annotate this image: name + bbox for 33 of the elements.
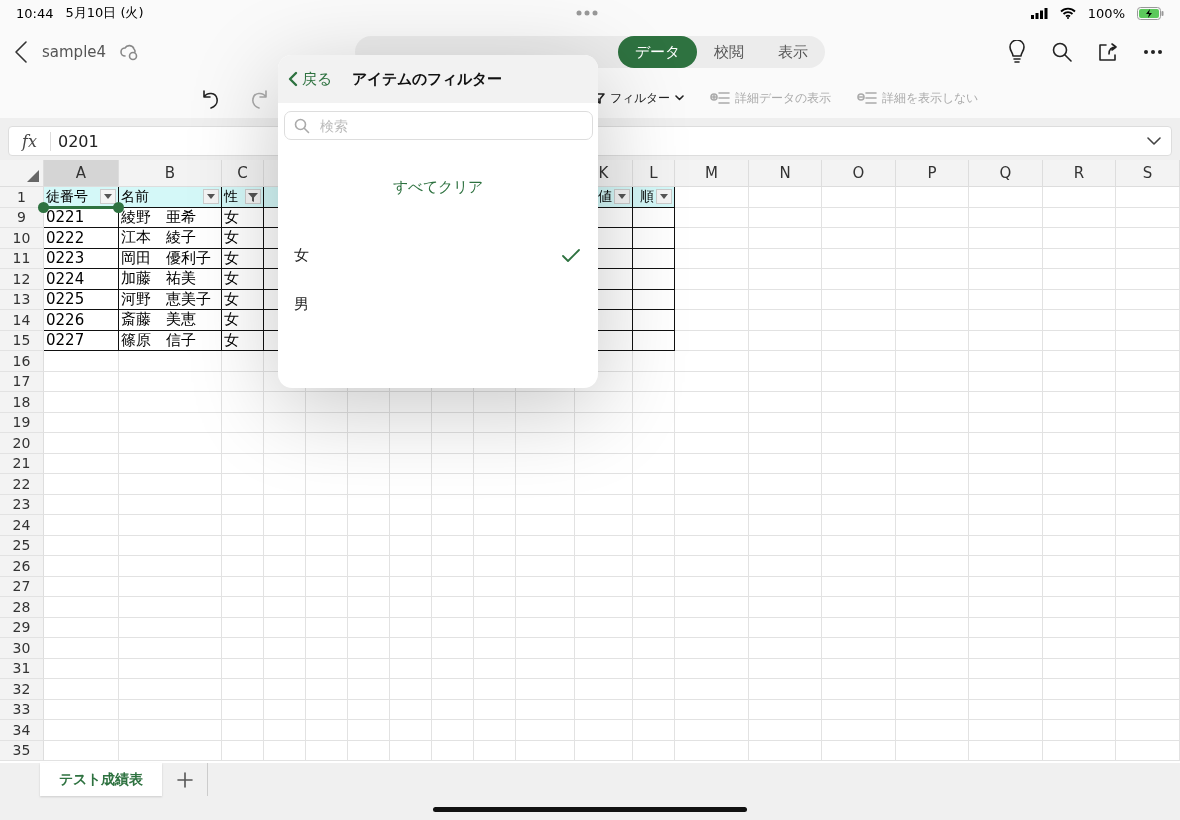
table-cell: 女 [222,330,264,351]
table-cell: 0221 [44,207,119,228]
header-cell-text: 順 [640,187,654,206]
table-cell: 女 [222,310,264,331]
formula-value: 0201 [57,131,100,151]
header-cell-text: 徒番号 [46,187,88,206]
battery-percentage: 100% [1087,5,1125,21]
table-cell: 女 [222,248,264,269]
table-cell: 0224 [44,269,119,290]
table-cell: 綾野 亜希 [119,207,222,228]
table-cell: 篠原 信子 [119,330,222,351]
file-name: sample4 [42,43,107,61]
date: 5月10日 (火) [65,4,144,22]
table-cell: 岡田 優利子 [119,248,222,269]
table-cell: 0222 [44,228,119,249]
table-cell: 女 [222,269,264,290]
header-cell-text: 名前 [121,187,149,206]
header-cell-text: 値 [598,187,612,206]
table-cell: 0227 [44,330,119,351]
table-cell: 女 [222,207,264,228]
table-cell: 0225 [44,289,119,310]
table-cell: 0226 [44,310,119,331]
table-cell: 女 [222,289,264,310]
table-cell: 加藤 祐美 [119,269,222,290]
popover-title: アイテムのフィルター [352,69,502,89]
table-cell: 女 [222,228,264,249]
table-cell: 斎藤 美恵 [119,310,222,331]
fx-label: fx [9,131,51,151]
header-cell-text: 性 [224,187,238,206]
table-cell: 江本 綾子 [119,228,222,249]
table-cell: 河野 恵美子 [119,289,222,310]
clock: 10:44 [16,5,54,21]
table-cell: 0223 [44,248,119,269]
